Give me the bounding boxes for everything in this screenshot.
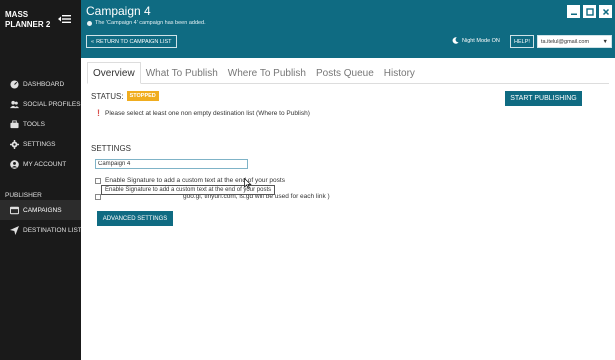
exclamation-icon: ! (97, 108, 100, 118)
dashboard-icon (10, 79, 19, 89)
help-button[interactable]: HELP! (510, 35, 534, 48)
tab-where-to-publish[interactable]: Where To Publish (223, 62, 311, 84)
info-icon (87, 20, 92, 26)
social-profiles-icon (10, 100, 19, 109)
window-header: Campaign 4 The 'Campaign 4' campaign has… (81, 0, 615, 58)
close-icon (602, 8, 609, 15)
campaign-window: Campaign 4 The 'Campaign 4' campaign has… (81, 0, 615, 360)
sidebar-item-tools[interactable]: TOOLS (0, 114, 81, 134)
warning-message: ! Please select at least one non empty d… (97, 108, 310, 118)
sidebar-item-dashboard[interactable]: DASHBOARD (0, 74, 81, 94)
sidebar-item-social-profiles[interactable]: SOCIAL PROFILES (0, 94, 81, 114)
status-row: STATUS: STOPPED (91, 91, 159, 101)
campaign-tabs: Overview What To Publish Where To Publis… (87, 62, 609, 84)
settings-heading: SETTINGS (91, 144, 132, 153)
notification-message: The 'Campaign 4' campaign has been added… (87, 20, 206, 26)
menu-toggle-icon[interactable] (58, 13, 72, 25)
app-logo: MASS PLANNER 2 (5, 10, 51, 29)
status-badge: STOPPED (126, 91, 159, 101)
sidebar-item-campaigns[interactable]: CAMPAIGNS (0, 200, 81, 220)
status-label: STATUS: (91, 91, 124, 101)
publisher-nav: CAMPAIGNS DESTINATION LISTS (0, 200, 86, 240)
maximize-icon (585, 7, 594, 16)
tab-history[interactable]: History (379, 62, 420, 84)
maximize-button[interactable] (583, 5, 596, 18)
caret-down-icon: ▼ (602, 38, 608, 45)
moon-icon (452, 37, 459, 44)
tools-icon (10, 119, 19, 129)
minimize-button[interactable] (567, 5, 580, 18)
advanced-settings-button[interactable]: ADVANCED SETTINGS (97, 211, 173, 226)
signature-label: Enable Signature to add a custom text at… (105, 177, 285, 184)
signature-checkbox[interactable] (95, 177, 101, 184)
user-icon (10, 159, 19, 169)
night-mode-toggle[interactable]: Night Mode ON (452, 37, 500, 44)
sidebar-item-settings[interactable]: SETTINGS (0, 134, 81, 154)
send-icon (10, 225, 19, 235)
double-chevron-left-icon: « (91, 38, 95, 45)
account-select[interactable]: ta.itelul@gmail.com ▼ (537, 35, 612, 48)
campaign-name-input[interactable] (95, 159, 248, 169)
sidebar-item-destination-lists[interactable]: DESTINATION LISTS (0, 220, 86, 240)
sidebar-item-my-account[interactable]: MY ACCOUNT (0, 154, 81, 174)
minimize-icon (570, 13, 577, 15)
publisher-section-label: PUBLISHER (5, 192, 42, 199)
tab-what-to-publish[interactable]: What To Publish (141, 62, 223, 84)
main-nav: DASHBOARD SOCIAL PROFILES TOOLS SETTINGS… (0, 74, 81, 174)
start-publishing-button[interactable]: START PUBLISHING (505, 91, 582, 106)
sidebar: MASS PLANNER 2 DASHBOARD SOCIAL PROFILES… (0, 0, 86, 360)
page-title: Campaign 4 (86, 4, 151, 18)
campaigns-icon (10, 206, 19, 215)
gear-icon (10, 139, 19, 149)
signature-option: Enable Signature to add a custom text at… (95, 177, 285, 184)
mouse-cursor-icon (244, 178, 252, 189)
tab-posts-queue[interactable]: Posts Queue (311, 62, 379, 84)
window-controls (567, 5, 612, 18)
return-to-campaign-list-button[interactable]: « RETURN TO CAMPAIGN LIST (86, 35, 177, 48)
tab-overview[interactable]: Overview (87, 62, 141, 84)
close-button[interactable] (599, 5, 612, 18)
